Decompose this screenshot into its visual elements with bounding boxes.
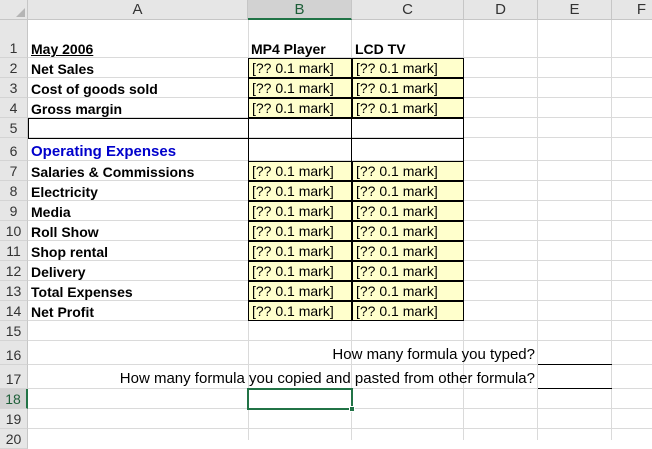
input-cell-b10[interactable]: [?? 0.1 mark]	[248, 221, 352, 241]
input-cell-c2[interactable]: [?? 0.1 mark]	[352, 58, 464, 78]
answer-line-copied	[538, 388, 612, 389]
input-cell-c9[interactable]: [?? 0.1 mark]	[352, 201, 464, 221]
row-header-1[interactable]: 1	[0, 20, 28, 58]
answer-line-typed	[538, 364, 612, 365]
cell-b1-header[interactable]: MP4 Player	[248, 38, 352, 58]
question-typed-formulas: How many formula you typed?	[332, 346, 535, 363]
input-cell-c14[interactable]: [?? 0.1 mark]	[352, 301, 464, 321]
cell-b5[interactable]	[248, 118, 352, 139]
input-cell-c7[interactable]: [?? 0.1 mark]	[352, 161, 464, 181]
select-all-corner[interactable]	[0, 0, 28, 20]
row-header-16[interactable]: 16	[0, 341, 28, 365]
input-cell-b7[interactable]: [?? 0.1 mark]	[248, 161, 352, 181]
input-cell-c13[interactable]: [?? 0.1 mark]	[352, 281, 464, 301]
row-header-13[interactable]: 13	[0, 281, 28, 301]
cell-a5[interactable]	[28, 118, 249, 139]
fill-handle[interactable]	[349, 406, 355, 412]
cell-a7-label[interactable]: Salaries & Commissions	[28, 161, 248, 181]
cell-a1-title[interactable]: May 2006	[28, 38, 248, 58]
cell-a9-label[interactable]: Media	[28, 201, 248, 221]
row-header-12[interactable]: 12	[0, 261, 28, 281]
gridline	[28, 340, 652, 341]
row-header-10[interactable]: 10	[0, 221, 28, 241]
row-header-3[interactable]: 3	[0, 78, 28, 98]
column-header-b[interactable]: B	[248, 0, 352, 20]
row-header-9[interactable]: 9	[0, 201, 28, 221]
input-cell-b12[interactable]: [?? 0.1 mark]	[248, 261, 352, 281]
question-copied-formulas: How many formula you copied and pasted f…	[119, 370, 535, 387]
cell-a4-label[interactable]: Gross margin	[28, 98, 248, 118]
cell-a8-label[interactable]: Electricity	[28, 181, 248, 201]
input-cell-b8[interactable]: [?? 0.1 mark]	[248, 181, 352, 201]
column-header-a[interactable]: A	[28, 0, 248, 20]
cell-c6[interactable]	[351, 138, 464, 162]
column-header-d[interactable]: D	[464, 0, 538, 20]
cell-a14-label[interactable]: Net Profit	[28, 301, 248, 321]
input-cell-b3[interactable]: [?? 0.1 mark]	[248, 78, 352, 98]
cell-c1-header[interactable]: LCD TV	[352, 38, 464, 58]
row-header-2[interactable]: 2	[0, 58, 28, 78]
input-cell-c8[interactable]: [?? 0.1 mark]	[352, 181, 464, 201]
input-cell-b4[interactable]: [?? 0.1 mark]	[248, 98, 352, 118]
row-header-15[interactable]: 15	[0, 321, 28, 341]
cell-a6-section-heading[interactable]: Operating Expenses	[28, 140, 248, 161]
gridline	[28, 428, 652, 429]
row-header-4[interactable]: 4	[0, 98, 28, 118]
input-cell-b14[interactable]: [?? 0.1 mark]	[248, 301, 352, 321]
row-header-14[interactable]: 14	[0, 301, 28, 321]
input-cell-c10[interactable]: [?? 0.1 mark]	[352, 221, 464, 241]
cell-a12-label[interactable]: Delivery	[28, 261, 248, 281]
input-cell-c11[interactable]: [?? 0.1 mark]	[352, 241, 464, 261]
row-header-7[interactable]: 7	[0, 161, 28, 181]
cell-c5[interactable]	[351, 118, 464, 139]
cell-a10-label[interactable]: Roll Show	[28, 221, 248, 241]
row-header-5[interactable]: 5	[0, 118, 28, 138]
input-cell-c12[interactable]: [?? 0.1 mark]	[352, 261, 464, 281]
input-cell-b2[interactable]: [?? 0.1 mark]	[248, 58, 352, 78]
row-header-11[interactable]: 11	[0, 241, 28, 261]
column-header-e[interactable]: E	[538, 0, 612, 20]
cell-a2-label[interactable]: Net Sales	[28, 58, 248, 78]
column-header-c[interactable]: C	[352, 0, 464, 20]
row-header-20[interactable]: 20	[0, 429, 28, 449]
cell-a3-label[interactable]: Cost of goods sold	[28, 78, 248, 98]
input-cell-b13[interactable]: [?? 0.1 mark]	[248, 281, 352, 301]
row-header-8[interactable]: 8	[0, 181, 28, 201]
row-header-19[interactable]: 19	[0, 409, 28, 429]
input-cell-b11[interactable]: [?? 0.1 mark]	[248, 241, 352, 261]
row-header-6[interactable]: 6	[0, 138, 28, 161]
cell-a11-label[interactable]: Shop rental	[28, 241, 248, 261]
cell-a13-label[interactable]: Total Expenses	[28, 281, 248, 301]
row-header-17[interactable]: 17	[0, 365, 28, 389]
column-header-f[interactable]: F	[612, 0, 652, 20]
input-cell-c4[interactable]: [?? 0.1 mark]	[352, 98, 464, 118]
selected-cell-b18[interactable]	[247, 388, 353, 410]
input-cell-b9[interactable]: [?? 0.1 mark]	[248, 201, 352, 221]
row-header-18[interactable]: 18	[0, 389, 28, 409]
input-cell-c3[interactable]: [?? 0.1 mark]	[352, 78, 464, 98]
cell-b6[interactable]	[248, 138, 352, 162]
gridline	[611, 20, 612, 440]
